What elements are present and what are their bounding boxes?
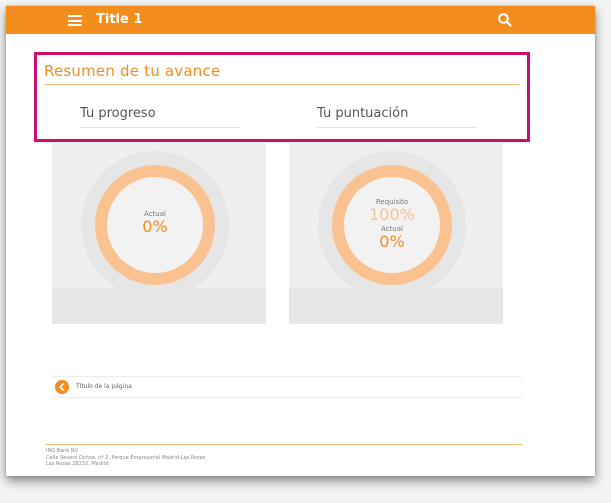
footer-line-3: Las Rozas 28232, Madrid — [46, 461, 109, 467]
chevron-left-circle-icon[interactable] — [55, 380, 69, 394]
search-icon[interactable] — [497, 12, 513, 28]
hamburger-menu-icon[interactable] — [68, 15, 82, 26]
score-gauge-text: Requisito 100% Actual 0% — [317, 198, 467, 250]
progress-current-value: 0% — [142, 217, 168, 236]
app-title: Title 1 — [96, 12, 143, 27]
footer-divider — [46, 444, 522, 445]
footer-address: ING Bank NV Calle Severo Ochoa, nº 2, Pa… — [46, 448, 205, 468]
progress-gauge-text: Actual 0% — [80, 210, 230, 235]
top-app-bar: Title 1 — [6, 6, 595, 34]
highlight-annotation-box — [34, 52, 530, 142]
app-window: Title 1 Resumen de tu avance Tu progreso… — [6, 6, 595, 476]
score-current-value: 0% — [379, 232, 405, 251]
score-required-value: 100% — [369, 205, 415, 224]
page-link-row[interactable]: Título de la página — [52, 376, 522, 398]
main-content: Resumen de tu avance Tu progreso Actual … — [6, 34, 595, 476]
page-link-label[interactable]: Título de la página — [76, 383, 132, 390]
